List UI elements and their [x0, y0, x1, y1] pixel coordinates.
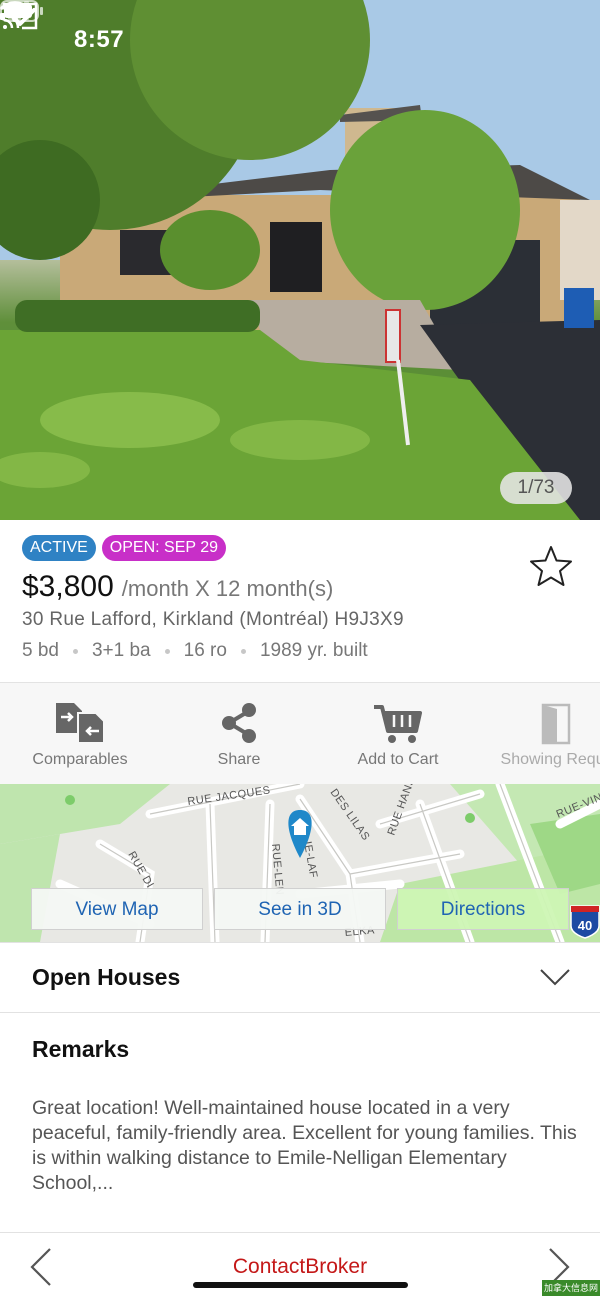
comparables-label: Comparables	[32, 751, 128, 768]
see-in-3d-button[interactable]: See in 3D	[214, 888, 386, 930]
price-term: /month X 12 month(s)	[121, 576, 334, 601]
share-label: Share	[217, 751, 261, 768]
address: 30 Rue Lafford, Kirkland (Montréal) H9J3…	[22, 609, 404, 630]
remarks-header: Remarks	[32, 1036, 130, 1062]
remarks-text[interactable]: Great location! Well-maintained house lo…	[32, 1096, 577, 1196]
door-icon	[541, 703, 571, 745]
separator-dot	[72, 648, 78, 654]
favorite-star-icon[interactable]	[528, 544, 574, 588]
highway-shield-icon: 40	[570, 905, 600, 939]
directions-button[interactable]: Directions	[397, 888, 569, 930]
separator-dot	[164, 648, 170, 654]
add-to-cart-label: Add to Cart	[357, 751, 439, 768]
price: $3,800	[22, 570, 114, 603]
divider	[0, 942, 600, 943]
highway-number: 40	[578, 918, 592, 933]
share-icon	[222, 703, 256, 743]
property-facts: 5 bd 3+1 ba 16 ro 1989 yr. built	[22, 640, 368, 662]
divider	[0, 1012, 600, 1013]
add-to-cart-button[interactable]: Add to Cart	[318, 683, 478, 784]
rooms: 16 ro	[183, 640, 227, 661]
action-bar: Comparables Share Add to Cart Showing Re…	[0, 682, 600, 784]
home-indicator[interactable]	[193, 1282, 408, 1288]
status-bar: 8:57	[0, 0, 600, 80]
showing-request-button[interactable]: Showing Reque	[477, 683, 600, 784]
comparables-button[interactable]: Comparables	[0, 683, 160, 784]
status-badges: ACTIVE OPEN: SEP 29	[22, 535, 226, 561]
watermark: 加拿大信息网	[542, 1280, 600, 1296]
share-button[interactable]: Share	[159, 683, 319, 784]
cast-icon[interactable]	[0, 0, 40, 32]
comparables-icon	[56, 703, 105, 744]
separator-dot	[240, 648, 246, 654]
cart-icon	[374, 705, 422, 743]
year-built: 1989 yr. built	[259, 640, 368, 661]
listing-photo[interactable]: 8:57 1/73	[0, 0, 600, 520]
bedrooms: 5 bd	[22, 640, 59, 661]
showing-request-label: Showing Reque	[500, 751, 600, 768]
price-line: $3,800/month X 12 month(s)	[22, 570, 333, 604]
open-house-badge: OPEN: SEP 29	[101, 535, 226, 561]
contact-broker-button[interactable]: ContactBroker	[0, 1255, 600, 1279]
bathrooms: 3+1 ba	[91, 640, 151, 661]
chevron-down-icon[interactable]	[538, 966, 572, 988]
status-badge: ACTIVE	[22, 535, 96, 561]
clock: 8:57	[74, 26, 125, 53]
open-houses-header[interactable]: Open Houses	[32, 964, 180, 991]
photo-counter: 1/73	[500, 472, 572, 504]
view-map-button[interactable]: View Map	[31, 888, 203, 930]
